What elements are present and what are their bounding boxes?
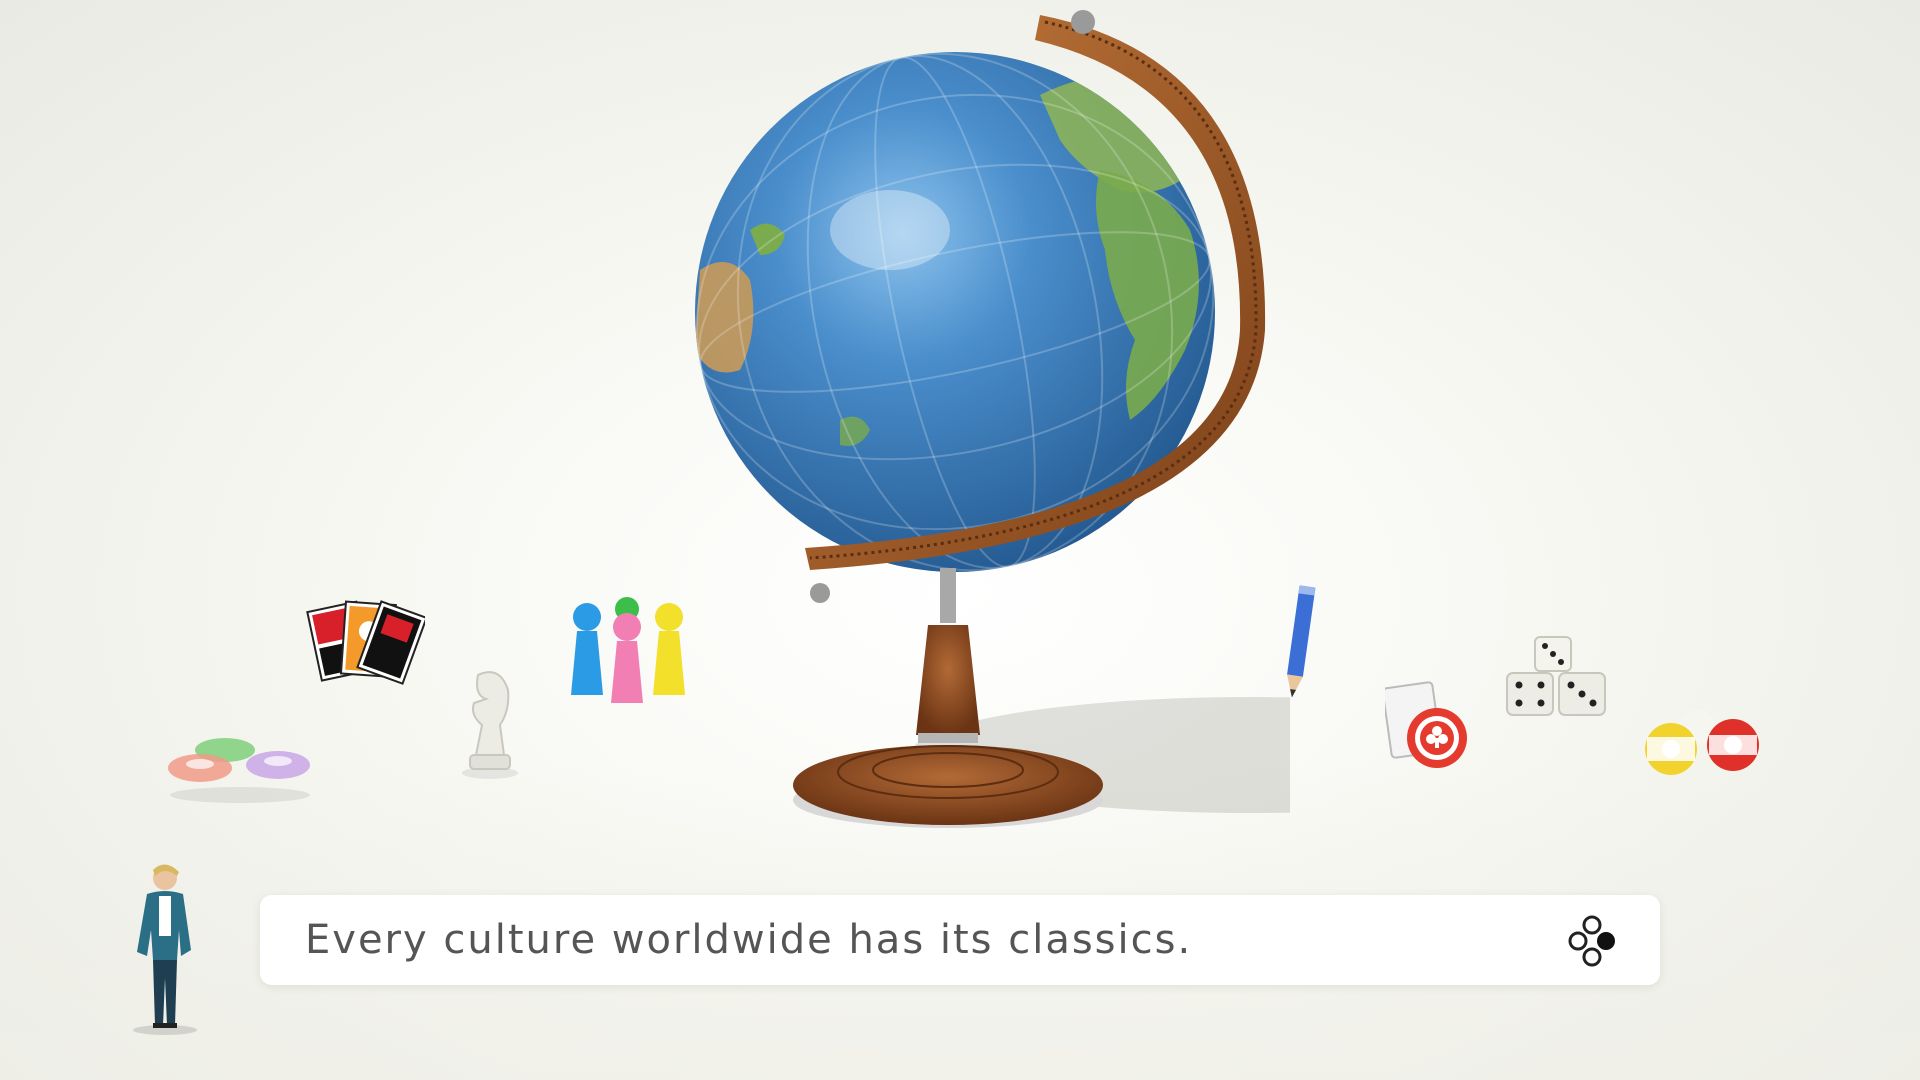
dialog-box: Every culture worldwide has its classics… (260, 895, 1660, 985)
globe-icon (695, 10, 1290, 828)
pawns-icon (571, 597, 685, 703)
dialog-message: Every culture worldwide has its classics… (305, 917, 1193, 963)
hanafuda-cards-icon (306, 600, 425, 685)
poker-chip-icon (1385, 681, 1467, 768)
pencil-icon (1287, 585, 1316, 698)
a-button-icon[interactable] (1564, 913, 1620, 969)
chess-knight-icon (462, 671, 518, 779)
host-figure-icon (133, 864, 197, 1035)
dice-icon (1506, 636, 1606, 716)
billiard-balls-icon (1645, 709, 1759, 775)
marbles-icon (168, 738, 310, 803)
